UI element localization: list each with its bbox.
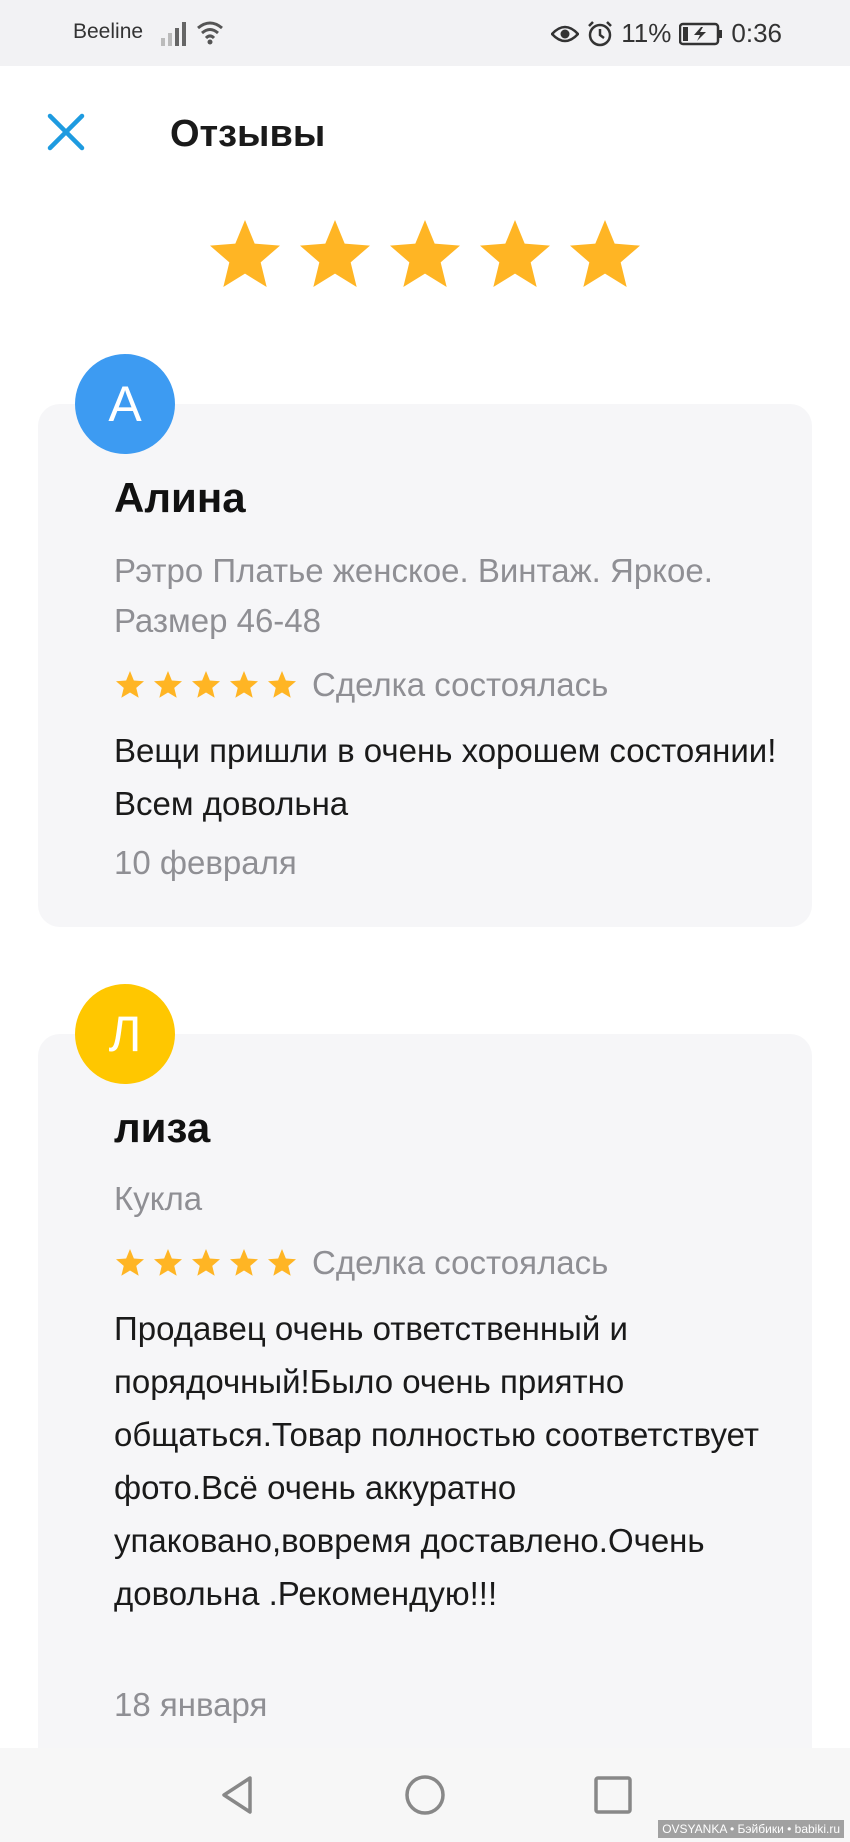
watermark: OVSYANKA • Бэйбики • babiki.ru [658,1820,844,1838]
review-meta: Сделка состоялась [114,1238,608,1288]
battery-charging-icon [679,22,723,45]
star-icon [210,220,280,287]
signal-icon [161,22,186,46]
overall-rating [205,215,645,295]
star-icon [480,220,550,287]
clock-time: 0:36 [731,18,782,48]
wifi-icon [197,21,223,45]
star-icon [300,220,370,287]
battery-percent: 11% [621,18,672,48]
avatar[interactable]: А [75,354,175,454]
star-icon [154,1249,182,1276]
carrier-name: Beeline [73,20,144,43]
deal-status: Сделка состоялась [312,666,609,703]
status-right: 11% 0:36 [551,18,782,49]
review-rating [114,669,298,701]
star-icon [192,671,220,698]
star-icon [390,220,460,287]
review-text: Продавец очень ответственный и порядочны… [114,1310,759,1612]
review-card: Алина Рэтро Платье женское. Винтаж. Ярко… [38,404,812,927]
reviewer-name: лиза [114,1104,211,1151]
star-icon [116,671,144,698]
page-title: Отзывы [170,113,326,155]
star-icon [230,1249,258,1276]
eye-icon [551,25,580,42]
review-rating [114,1247,298,1279]
review-card: лиза Кукла Сделка состоялась Продавец оч… [38,1034,812,1774]
star-icon [268,1249,296,1276]
star-icon [230,671,258,698]
status-bar: Beeline 11% 0:36 [0,0,850,66]
review-date: 18 января [114,1686,268,1723]
star-icon [116,1249,144,1276]
star-icon [268,671,296,698]
system-nav-bar: OVSYANKA • Бэйбики • babiki.ru [0,1748,850,1842]
deal-status: Сделка состоялась [312,1244,609,1281]
home-icon[interactable] [400,1770,450,1820]
product-name[interactable]: Кукла [114,1174,804,1224]
review-meta: Сделка состоялась [114,660,608,710]
star-icon [192,1249,220,1276]
star-icon [570,220,640,287]
recents-icon[interactable] [588,1770,638,1820]
review-date: 10 февраля [114,844,297,881]
alarm-icon [588,20,613,46]
star-icon [154,671,182,698]
back-icon[interactable] [212,1770,262,1820]
review-text: Вещи пришли в очень хорошем состоянии! В… [114,732,777,822]
close-icon[interactable] [44,110,88,154]
avatar[interactable]: Л [75,984,175,1084]
reviewer-name: Алина [114,474,246,521]
product-name[interactable]: Рэтро Платье женское. Винтаж. Яркое. Раз… [114,546,804,646]
